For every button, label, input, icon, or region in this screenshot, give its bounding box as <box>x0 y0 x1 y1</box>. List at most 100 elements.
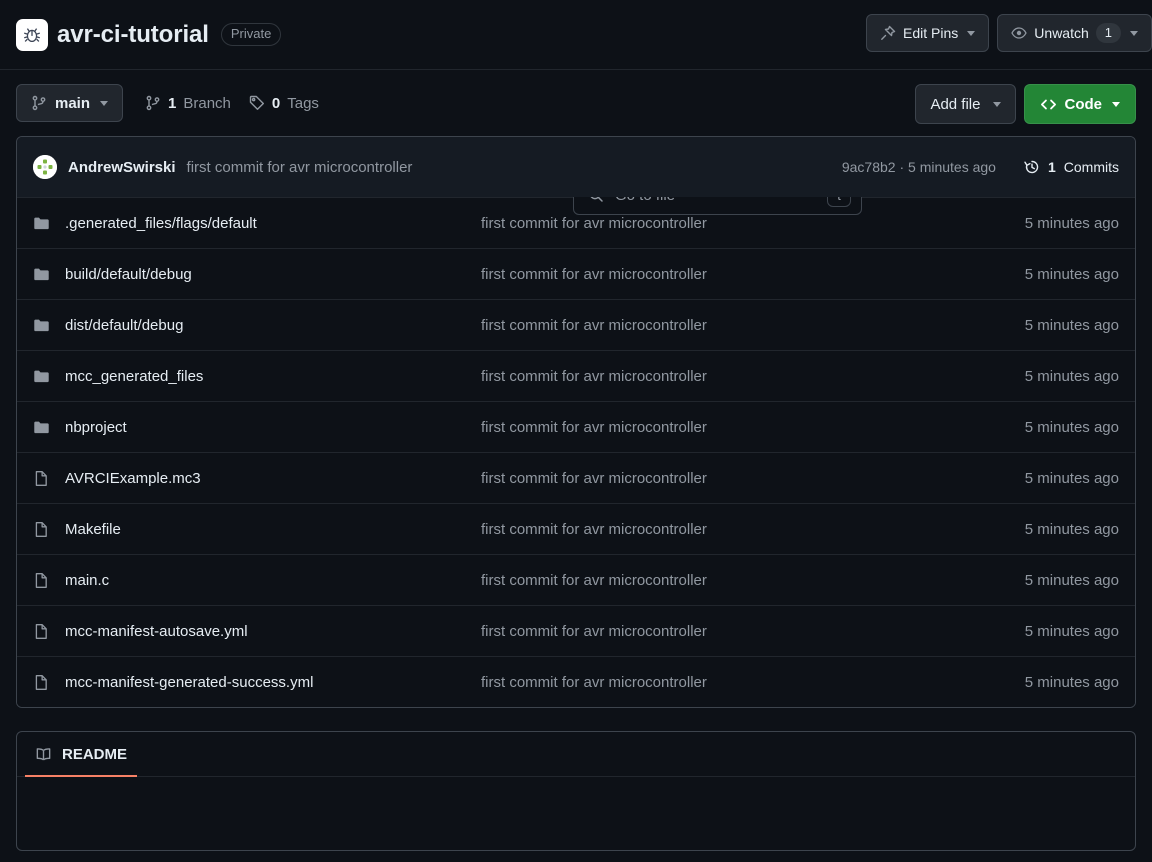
commit-meta: 9ac78b2 · 5 minutes ago 1 Commits <box>842 159 1119 175</box>
file-commit-age: 5 minutes ago <box>1024 571 1119 589</box>
code-label: Code <box>1064 95 1103 113</box>
latest-commit-bar: AndrewSwirski first commit for avr micro… <box>17 137 1135 197</box>
table-row[interactable]: dist/default/debug first commit for avr m… <box>17 299 1135 350</box>
table-row[interactable]: Makefile first commit for avr microcontro… <box>17 503 1135 554</box>
folder-icon <box>33 419 50 436</box>
file-name-cell: nbproject <box>33 419 481 436</box>
table-row[interactable]: nbproject first commit for avr microcontr… <box>17 401 1135 452</box>
git-branch-icon <box>145 95 161 111</box>
avatar[interactable] <box>33 155 57 179</box>
file-icon <box>33 674 50 691</box>
commit-author-name[interactable]: AndrewSwirski <box>68 159 176 176</box>
branches-link[interactable]: 1 Branch <box>145 95 231 112</box>
edit-pins-label: Edit Pins <box>903 25 959 41</box>
file-commit-age: 5 minutes ago <box>1024 367 1119 385</box>
file-link[interactable]: mcc-manifest-generated-success.yml <box>65 674 313 691</box>
readme-tab-bar: README <box>17 732 1135 777</box>
file-rows-container: .generated_files/flags/defaultfirst comm… <box>17 197 1135 707</box>
file-commit-message[interactable]: first commit for avr microcontroller <box>481 623 969 640</box>
tag-count-label: Tags <box>287 94 319 112</box>
commits-label: Commits <box>1063 159 1119 175</box>
file-commit-message[interactable]: first commit for avr microcontroller <box>481 470 969 487</box>
tag-count: 0 <box>271 94 281 112</box>
file-name-cell: mcc-manifest-autosave.yml <box>33 623 481 640</box>
file-commit-age: 5 minutes ago <box>1024 265 1119 283</box>
table-row[interactable]: mcc-manifest-generated-success.yml first … <box>17 656 1135 707</box>
tag-icon <box>249 95 265 111</box>
unwatch-label: Unwatch <box>1034 25 1089 41</box>
file-commit-age: 5 minutes ago <box>1024 418 1119 436</box>
file-commit-message[interactable]: first commit for avr microcontroller <box>481 266 969 283</box>
bug-icon <box>16 18 48 51</box>
file-link[interactable]: mcc-manifest-autosave.yml <box>65 623 248 640</box>
folder-icon <box>33 368 50 385</box>
folder-icon <box>33 215 50 232</box>
file-link[interactable]: nbproject <box>65 419 127 436</box>
table-row[interactable]: main.c first commit for avr microcontroll… <box>17 554 1135 605</box>
add-file-button[interactable]: Add file <box>915 84 1016 124</box>
file-name-cell: AVRCIExample.mc3 <box>33 470 481 487</box>
file-link[interactable]: dist/default/debug <box>65 317 183 334</box>
branch-name: main <box>55 94 91 112</box>
tags-link[interactable]: 0 Tags <box>249 95 319 112</box>
repo-title-group: avr-ci-tutorial Private <box>16 18 282 51</box>
tab-readme-label: README <box>62 746 128 763</box>
table-row[interactable]: mcc_generated_files first commit for avr … <box>17 350 1135 401</box>
file-icon <box>33 470 50 487</box>
file-commit-message[interactable]: first commit for avr microcontroller <box>481 674 969 691</box>
file-commit-age: 5 minutes ago <box>1024 673 1119 691</box>
branch-selector[interactable]: main <box>16 84 124 122</box>
commit-sha-and-time[interactable]: 9ac78b2 · 5 minutes ago <box>842 159 996 175</box>
file-commit-message[interactable]: first commit for avr microcontroller <box>481 317 969 334</box>
file-link[interactable]: main.c <box>65 572 109 589</box>
file-link[interactable]: .generated_files/flags/default <box>65 215 257 232</box>
tab-readme[interactable]: README <box>25 741 138 777</box>
file-commit-age: 5 minutes ago <box>1024 520 1119 538</box>
file-link[interactable]: build/default/debug <box>65 266 192 283</box>
file-icon <box>33 572 50 589</box>
file-listing-table: AndrewSwirski first commit for avr micro… <box>16 136 1136 708</box>
file-link[interactable]: AVRCIExample.mc3 <box>65 470 201 487</box>
file-link[interactable]: mcc_generated_files <box>65 368 203 385</box>
watch-count-badge: 1 <box>1095 22 1121 44</box>
file-icon <box>33 521 50 538</box>
code-button[interactable]: Code <box>1023 84 1136 124</box>
folder-icon <box>33 317 50 334</box>
pin-icon <box>880 25 896 41</box>
file-name-cell: Makefile <box>33 521 481 538</box>
table-row[interactable]: build/default/debug first commit for avr … <box>17 248 1135 299</box>
commit-author-group: AndrewSwirski first commit for avr micro… <box>33 155 412 179</box>
file-commit-message[interactable]: first commit for avr microcontroller <box>481 215 969 232</box>
add-file-label: Add file <box>930 95 981 113</box>
file-commit-age: 5 minutes ago <box>1024 316 1119 334</box>
visibility-badge: Private <box>220 23 282 46</box>
file-commit-message[interactable]: first commit for avr microcontroller <box>481 521 969 538</box>
chevron-down-icon <box>100 100 109 106</box>
repo-toolbar: main 1 Branch 0 Tags Add file Code <box>0 70 1152 215</box>
edit-pins-button[interactable]: Edit Pins <box>866 14 990 52</box>
refs-meta: 1 Branch 0 Tags <box>145 95 319 112</box>
commits-count: 1 <box>1047 159 1056 175</box>
eye-icon <box>1011 25 1028 41</box>
book-icon <box>35 746 52 763</box>
file-link[interactable]: Makefile <box>65 521 121 538</box>
file-commit-message[interactable]: first commit for avr microcontroller <box>481 572 969 589</box>
page-title[interactable]: avr-ci-tutorial <box>57 21 209 49</box>
file-name-cell: dist/default/debug <box>33 317 481 334</box>
file-name-cell: .generated_files/flags/default <box>33 215 481 232</box>
chevron-down-icon <box>1130 30 1138 36</box>
unwatch-button[interactable]: Unwatch 1 <box>997 14 1152 52</box>
table-row[interactable]: mcc-manifest-autosave.yml first commit fo… <box>17 605 1135 656</box>
file-commit-message[interactable]: first commit for avr microcontroller <box>481 368 969 385</box>
branch-count: 1 <box>168 94 177 112</box>
table-row[interactable]: AVRCIExample.mc3 first commit for avr mic… <box>17 452 1135 503</box>
git-branch-icon <box>31 95 47 111</box>
file-commit-message[interactable]: first commit for avr microcontroller <box>481 419 969 436</box>
chevron-down-icon <box>992 101 1001 107</box>
repo-header: avr-ci-tutorial Private Edit Pins Unwatc… <box>0 0 1152 70</box>
history-icon <box>1024 159 1040 175</box>
commit-message[interactable]: first commit for avr microcontroller <box>187 159 413 176</box>
chevron-down-icon <box>967 30 976 36</box>
readme-panel: README <box>16 731 1136 851</box>
commits-history-link[interactable]: 1 Commits <box>1024 159 1119 175</box>
